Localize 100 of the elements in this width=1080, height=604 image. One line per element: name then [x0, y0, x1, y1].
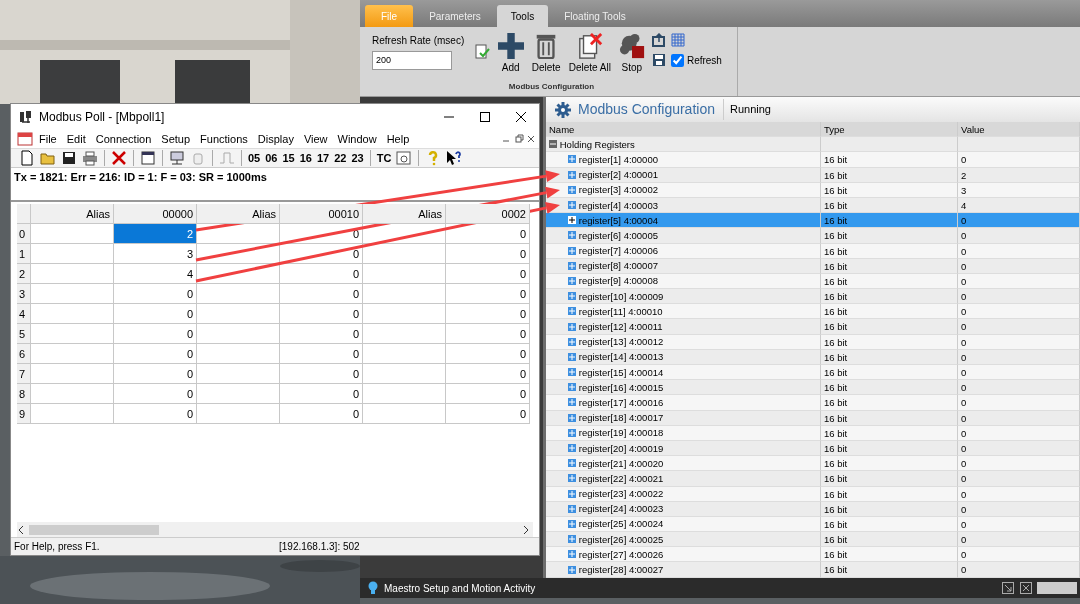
table-cell[interactable] — [31, 344, 114, 364]
table-cell[interactable] — [363, 404, 446, 424]
table-cell[interactable] — [31, 264, 114, 284]
table-cell[interactable]: 4 — [114, 264, 197, 284]
table-cell[interactable]: 0 — [280, 284, 363, 304]
toolbar-button[interactable]: 23 — [349, 149, 366, 167]
scrollbar-thumb[interactable] — [29, 524, 159, 535]
table-cell[interactable] — [197, 344, 280, 364]
new-file-icon[interactable] — [19, 150, 35, 166]
table-cell[interactable]: 0 — [280, 344, 363, 364]
table-cell[interactable]: 0 — [446, 224, 530, 244]
table-cell[interactable] — [197, 384, 280, 404]
menu-item[interactable]: Help — [382, 130, 414, 148]
grid-icon[interactable] — [671, 33, 686, 47]
table-cell[interactable] — [31, 284, 114, 304]
toolbar-button[interactable]: 05 — [246, 149, 263, 167]
chart-window-icon[interactable] — [396, 150, 413, 166]
table-cell[interactable] — [363, 344, 446, 364]
table-cell[interactable] — [31, 324, 114, 344]
save-icon[interactable] — [651, 53, 666, 67]
table-cell[interactable]: 0 — [280, 384, 363, 404]
window-icon[interactable] — [140, 150, 156, 166]
table-cell[interactable]: 0 — [446, 384, 530, 404]
table-cell[interactable]: 0 — [114, 384, 197, 404]
table-cell[interactable] — [197, 364, 280, 384]
connect-icon[interactable] — [169, 150, 185, 166]
table-cell[interactable]: 0 — [114, 304, 197, 324]
toolbar-button[interactable]: TC — [374, 149, 394, 167]
table-cell[interactable]: 0 — [446, 364, 530, 384]
tool-button[interactable]: Delete — [527, 33, 565, 75]
toolbar-button[interactable]: 06 — [263, 149, 280, 167]
scrollbar-thumb[interactable] — [1037, 582, 1078, 594]
table-cell[interactable] — [197, 324, 280, 344]
table-cell[interactable]: 0 — [446, 244, 530, 264]
menu-item[interactable]: Setup — [157, 130, 195, 148]
table-cell[interactable] — [31, 384, 114, 404]
table-cell[interactable]: 0 — [114, 324, 197, 344]
table-cell[interactable]: 2 — [114, 224, 197, 244]
toolbar-button[interactable]: 16 — [297, 149, 314, 167]
disconnect-icon[interactable] — [190, 150, 206, 166]
menu-item[interactable]: View — [299, 130, 332, 148]
toolbar-button[interactable]: 15 — [280, 149, 297, 167]
table-cell[interactable]: 0 — [114, 284, 197, 304]
table-cell[interactable] — [363, 384, 446, 404]
table-cell[interactable] — [197, 304, 280, 324]
table-cell[interactable]: 0 — [114, 344, 197, 364]
menu-item[interactable]: Window — [333, 130, 381, 148]
close-icon[interactable] — [1019, 582, 1032, 594]
context-help-icon[interactable] — [446, 150, 463, 166]
table-cell[interactable]: 0 — [114, 404, 197, 424]
table-cell[interactable]: 0 — [280, 364, 363, 384]
menu-item[interactable]: File — [35, 130, 61, 148]
menu-item[interactable]: Functions — [196, 130, 252, 148]
table-cell[interactable] — [363, 244, 446, 264]
table-cell[interactable] — [31, 304, 114, 324]
table-cell[interactable] — [363, 324, 446, 344]
table-cell[interactable] — [197, 284, 280, 304]
delete-icon[interactable] — [111, 150, 127, 166]
menu-item[interactable]: Edit — [62, 130, 90, 148]
restore-icon[interactable] — [513, 134, 524, 144]
expand-icon[interactable] — [568, 216, 576, 225]
table-cell[interactable]: 0 — [446, 304, 530, 324]
close-icon[interactable] — [515, 111, 527, 123]
open-folder-icon[interactable] — [40, 150, 56, 166]
collapse-icon[interactable] — [549, 140, 557, 149]
table-cell[interactable] — [31, 364, 114, 384]
table-cell[interactable] — [31, 244, 114, 264]
export-icon[interactable] — [651, 33, 666, 47]
table-cell[interactable]: 3 — [114, 244, 197, 264]
document-icon[interactable] — [17, 132, 33, 146]
scroll-right-icon[interactable] — [522, 524, 530, 535]
toolbar-button[interactable]: 17 — [315, 149, 332, 167]
menu-item[interactable]: Display — [253, 130, 298, 148]
table-cell[interactable]: 0 — [280, 244, 363, 264]
table-cell[interactable] — [363, 284, 446, 304]
save-icon[interactable] — [61, 150, 77, 166]
restore-icon[interactable] — [1002, 582, 1015, 594]
toolbar-button[interactable]: 22 — [332, 149, 349, 167]
table-cell[interactable] — [363, 364, 446, 384]
refresh-rate-field[interactable]: 200 — [372, 50, 452, 70]
close-icon[interactable] — [526, 134, 537, 144]
printer-icon[interactable] — [82, 150, 98, 166]
table-cell[interactable] — [197, 224, 280, 244]
table-cell[interactable] — [363, 304, 446, 324]
table-cell[interactable] — [197, 264, 280, 284]
table-cell[interactable]: 0 — [280, 224, 363, 244]
refresh-checkbox[interactable] — [671, 53, 685, 67]
tool-button[interactable]: Stop — [614, 33, 649, 75]
table-cell[interactable] — [31, 404, 114, 424]
table-cell[interactable]: 0 — [280, 264, 363, 284]
menu-item[interactable]: Connection — [91, 130, 156, 148]
table-cell[interactable]: 0 — [446, 284, 530, 304]
ribbon-tab[interactable]: Tools — [496, 5, 549, 27]
table-cell[interactable] — [363, 224, 446, 244]
table-cell[interactable] — [197, 244, 280, 264]
tool-button[interactable]: Delete All — [564, 33, 615, 75]
scroll-left-icon[interactable] — [17, 524, 25, 535]
table-cell[interactable]: 0 — [280, 304, 363, 324]
table-cell[interactable]: 0 — [114, 364, 197, 384]
table-cell[interactable] — [197, 404, 280, 424]
